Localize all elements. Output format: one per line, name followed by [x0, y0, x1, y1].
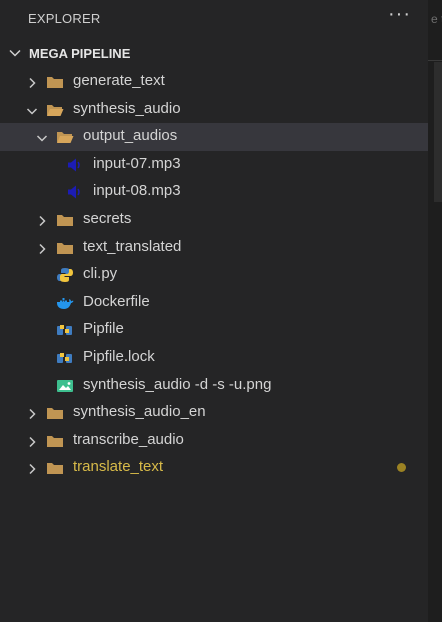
folder-open-icon	[56, 129, 74, 150]
chevron-down-icon[interactable]	[36, 131, 48, 149]
tree-file-item[interactable]: input-07.mp3	[0, 151, 428, 179]
chevron-right-icon[interactable]	[26, 435, 38, 453]
folder-icon	[46, 433, 64, 454]
tree-file-item[interactable]: synthesis_audio -d -s -u.png	[0, 372, 428, 400]
tree-folder-item[interactable]: synthesis_audio_en	[0, 399, 428, 427]
tree-item-label: cli.py	[83, 265, 118, 283]
image-file-icon	[56, 378, 74, 399]
folder-icon	[46, 74, 64, 95]
audio-file-icon	[66, 157, 84, 178]
tree-item-label: input-08.mp3	[93, 182, 181, 200]
tree-item-label: Pipfile	[83, 320, 124, 338]
tree-item-label: synthesis_audio	[73, 99, 181, 117]
tree-item-label: text_translated	[83, 237, 182, 255]
tree-folder-item[interactable]: output_audios	[0, 123, 428, 151]
folder-open-icon	[46, 102, 64, 123]
tree-file-item[interactable]: input-08.mp3	[0, 178, 428, 206]
chevron-right-icon[interactable]	[36, 242, 48, 260]
tree-item-label: input-07.mp3	[93, 154, 181, 172]
explorer-title: EXPLORER	[28, 11, 101, 26]
folder-icon	[56, 212, 74, 233]
divider	[428, 60, 442, 61]
tree-folder-item[interactable]: transcribe_audio	[0, 427, 428, 455]
tree-item-label: synthesis_audio_en	[73, 403, 206, 421]
chevron-right-icon[interactable]	[36, 214, 48, 232]
tree-file-item[interactable]: Pipfile	[0, 316, 428, 344]
editor-tab-fragment: e t	[431, 12, 442, 26]
audio-file-icon	[66, 184, 84, 205]
pipfile-icon	[56, 322, 74, 343]
docker-file-icon	[56, 295, 74, 316]
tree-folder-item[interactable]: secrets	[0, 206, 428, 234]
tree-item-label: transcribe_audio	[73, 430, 184, 448]
workspace-section-header[interactable]: MEGA PIPELINE	[0, 40, 428, 68]
tree-item-label: Dockerfile	[83, 292, 150, 310]
chevron-down-icon	[9, 49, 21, 57]
tree-folder-item[interactable]: synthesis_audio	[0, 96, 428, 124]
tree-item-label: secrets	[83, 209, 132, 227]
tree-item-label: synthesis_audio -d -s -u.png	[83, 375, 272, 393]
tree-item-label: generate_text	[73, 72, 165, 89]
python-file-icon	[56, 267, 74, 288]
tree-folder-item[interactable]: text_translated	[0, 234, 428, 262]
tree-folder-item[interactable]: translate_text	[0, 454, 428, 482]
tree-file-item[interactable]: Dockerfile	[0, 289, 428, 317]
tree-item-label: output_audios	[83, 127, 178, 145]
tree-folder-item[interactable]: generate_text	[0, 68, 428, 96]
folder-icon	[56, 240, 74, 261]
chevron-right-icon[interactable]	[26, 462, 38, 480]
tree-item-label: translate_text	[73, 458, 164, 476]
more-actions-icon[interactable]: ···	[388, 3, 411, 26]
chevron-down-icon[interactable]	[26, 104, 38, 122]
tree-item-label: Pipfile.lock	[83, 347, 155, 365]
git-modified-indicator	[397, 463, 406, 473]
editor-scrollbar[interactable]	[434, 62, 442, 202]
explorer-header: EXPLORER ···	[0, 0, 428, 38]
tree-file-item[interactable]: Pipfile.lock	[0, 344, 428, 372]
workspace-title: MEGA PIPELINE	[29, 46, 131, 61]
explorer-sidebar: EXPLORER ··· MEGA PIPELINE generate_text…	[0, 0, 428, 622]
chevron-right-icon[interactable]	[26, 407, 38, 425]
chevron-right-icon[interactable]	[26, 76, 38, 94]
folder-icon	[46, 405, 64, 426]
tree-file-item[interactable]: cli.py	[0, 261, 428, 289]
pipfile-icon	[56, 350, 74, 371]
folder-icon	[46, 460, 64, 481]
file-tree: generate_text synthesis_audio output_audio…	[0, 68, 428, 482]
